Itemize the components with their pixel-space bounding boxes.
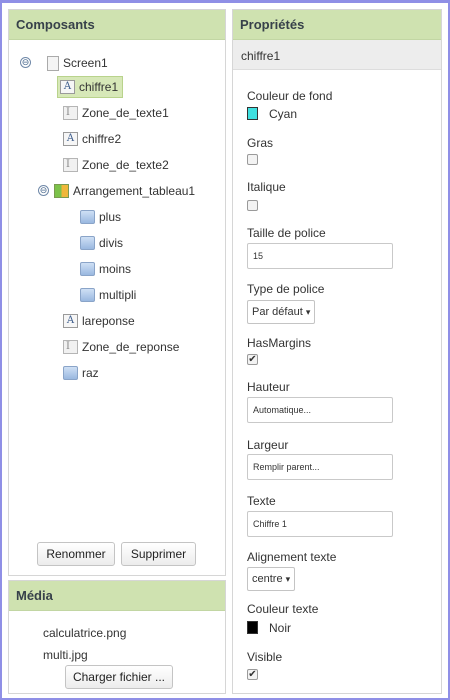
tree-item-label: moins (99, 262, 132, 276)
height-label: Hauteur (247, 380, 290, 394)
italic-label: Italique (247, 180, 286, 194)
tree-item-label: Arrangement_tableau1 (73, 184, 196, 198)
textbox-icon: I (63, 158, 78, 172)
button-icon (80, 288, 95, 302)
tree-item-chiffre1[interactable]: A chiffre1 (57, 76, 124, 98)
media-panel: Média calculatrice.png multi.jpg Charger… (8, 580, 226, 694)
text-color-value[interactable]: Noir (269, 621, 291, 635)
tree-item-label: raz (82, 366, 99, 380)
tree-item-label: multipli (99, 288, 137, 302)
width-input[interactable]: Remplir parent... (247, 454, 393, 480)
font-type-dropdown[interactable]: Par défaut ▾ (247, 300, 316, 324)
tree-item-label: Screen1 (63, 56, 108, 70)
button-icon (80, 262, 95, 276)
collapse-screen1-icon[interactable]: ⊖ (20, 57, 31, 68)
background-color-value[interactable]: Cyan (269, 107, 297, 121)
button-icon (63, 366, 78, 380)
check-icon: ✔ (248, 354, 257, 365)
tree-item-screen1[interactable]: Screen1 (47, 52, 108, 74)
italic-checkbox[interactable] (247, 200, 258, 211)
tree-item-zone-de-texte1[interactable]: I Zone_de_texte1 (63, 102, 169, 124)
tree-item-lareponse[interactable]: A lareponse (63, 310, 135, 332)
tree-item-label: lareponse (82, 314, 135, 328)
text-align-label: Alignement texte (247, 550, 337, 564)
textbox-icon: I (63, 106, 78, 120)
upload-file-button[interactable]: Charger fichier ... (65, 665, 173, 689)
button-icon (80, 210, 95, 224)
label-icon: A (63, 314, 78, 328)
bold-checkbox[interactable] (247, 154, 258, 165)
tree-item-zone-de-reponse[interactable]: I Zone_de_reponse (63, 336, 179, 358)
properties-panel: Propriétés chiffre1 Couleur de fond Cyan… (232, 9, 442, 694)
rename-button[interactable]: Renommer (37, 542, 115, 566)
background-color-label: Couleur de fond (247, 89, 333, 103)
tree-item-label: chiffre2 (82, 132, 122, 146)
check-icon: ✔ (248, 669, 257, 680)
media-panel-title: Média (9, 581, 225, 611)
tree-item-chiffre2[interactable]: A chiffre2 (63, 128, 121, 150)
text-input[interactable]: Chiffre 1 (247, 511, 393, 537)
tree-item-zone-de-texte2[interactable]: I Zone_de_texte2 (63, 154, 169, 176)
screen-icon (47, 55, 59, 71)
tree-item-divis[interactable]: divis (80, 232, 123, 254)
media-file-item[interactable]: calculatrice.png (43, 626, 126, 640)
text-color-swatch[interactable] (247, 621, 258, 634)
tree-item-label: chiffre1 (79, 80, 119, 94)
font-size-input[interactable]: 15 (247, 243, 393, 269)
delete-button[interactable]: Supprimer (121, 542, 196, 566)
height-input[interactable]: Automatique... (247, 397, 393, 423)
width-label: Largeur (247, 438, 289, 452)
tree-item-moins[interactable]: moins (80, 258, 131, 280)
table-arrangement-icon (54, 184, 69, 198)
properties-panel-title: Propriétés (233, 10, 441, 40)
button-icon (80, 236, 95, 250)
components-panel-title: Composants (9, 10, 225, 40)
tree-item-label: Zone_de_reponse (82, 340, 180, 354)
tree-item-label: plus (99, 210, 122, 224)
background-color-swatch[interactable] (247, 107, 258, 120)
visible-label: Visible (247, 650, 283, 664)
tree-item-multipli[interactable]: multipli (80, 284, 136, 306)
label-icon: A (63, 132, 78, 146)
text-align-dropdown[interactable]: centre ▾ (247, 567, 296, 591)
selected-component-name: chiffre1 (233, 40, 441, 70)
collapse-arrangement-icon[interactable]: ⊖ (38, 185, 49, 196)
media-file-item[interactable]: multi.jpg (43, 648, 88, 662)
bold-label: Gras (247, 136, 274, 150)
tree-item-arrangement-tableau1[interactable]: Arrangement_tableau1 (54, 180, 195, 202)
tree-item-label: divis (99, 236, 124, 250)
chevron-down-icon: ▾ (305, 307, 311, 317)
tree-item-raz[interactable]: raz (63, 362, 99, 384)
font-size-label: Taille de police (247, 226, 326, 240)
tree-item-label: Zone_de_texte1 (82, 106, 169, 120)
text-color-label: Couleur texte (247, 602, 319, 616)
tree-item-label: Zone_de_texte2 (82, 158, 169, 172)
has-margins-checkbox[interactable]: ✔ (247, 354, 258, 365)
text-align-value: centre (252, 573, 283, 585)
text-label: Texte (247, 494, 276, 508)
components-panel: Composants ⊖ Screen1 A chiffre1 I Zone_d… (8, 9, 226, 576)
tree-item-plus[interactable]: plus (80, 206, 121, 228)
font-type-label: Type de police (247, 282, 325, 296)
label-icon: A (60, 80, 75, 94)
has-margins-label: HasMargins (247, 336, 312, 350)
chevron-down-icon: ▾ (285, 574, 291, 584)
visible-checkbox[interactable]: ✔ (247, 669, 258, 680)
font-type-value: Par défaut (252, 306, 303, 318)
textbox-icon: I (63, 340, 78, 354)
